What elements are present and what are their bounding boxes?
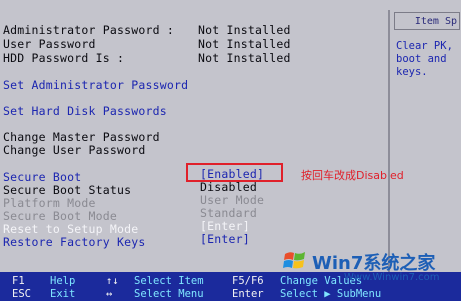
restore-factory-keys-label[interactable]: Restore Factory Keys: [3, 236, 145, 249]
key-f1-desc: Help: [50, 275, 76, 287]
set-admin-password-item[interactable]: Set Administrator Password: [3, 79, 188, 92]
hdd-password-status-label: HDD Password Is :: [3, 51, 125, 65]
bios-screen: Administrator Password : Not Installed U…: [0, 0, 461, 301]
help-panel-title: Item Sp: [394, 12, 460, 30]
key-esc-desc: Exit: [50, 288, 76, 300]
admin-password-status-value: Not Installed: [198, 23, 291, 37]
key-leftright-desc: Select Menu: [134, 288, 204, 300]
key-enter-desc: Select ▶ SubMenu: [280, 288, 382, 300]
user-password-status-label: User Password: [3, 37, 96, 51]
watermark-url: Www.Winwin7.com: [344, 272, 440, 283]
admin-password-status-label: Administrator Password :: [3, 23, 174, 37]
key-enter: Enter: [232, 288, 264, 300]
key-leftright: ↔: [106, 288, 113, 300]
key-updown-desc: Select Item: [134, 275, 204, 287]
key-f5f6: F5/F6: [232, 275, 264, 287]
help-line: keys.: [396, 66, 428, 78]
key-f1: F1: [12, 275, 25, 287]
restore-factory-keys-value[interactable]: [Enter]: [200, 233, 250, 246]
windows-logo-icon: [283, 252, 305, 269]
hdd-password-status-value: Not Installed: [198, 51, 291, 65]
security-panel: Administrator Password : Not Installed U…: [0, 18, 386, 270]
help-line: boot and: [396, 53, 447, 65]
key-esc: ESC: [12, 288, 31, 300]
item-specific-help-panel: Item Sp Clear PK, boot and keys.: [388, 10, 461, 272]
help-line: Clear PK,: [396, 40, 453, 52]
key-updown: ↑↓: [106, 275, 119, 287]
set-hdd-passwords-item[interactable]: Set Hard Disk Passwords: [3, 105, 167, 118]
user-password-status-value: Not Installed: [198, 37, 291, 51]
change-user-password-item[interactable]: Change User Password: [3, 144, 145, 157]
highlight-box: [186, 163, 283, 182]
